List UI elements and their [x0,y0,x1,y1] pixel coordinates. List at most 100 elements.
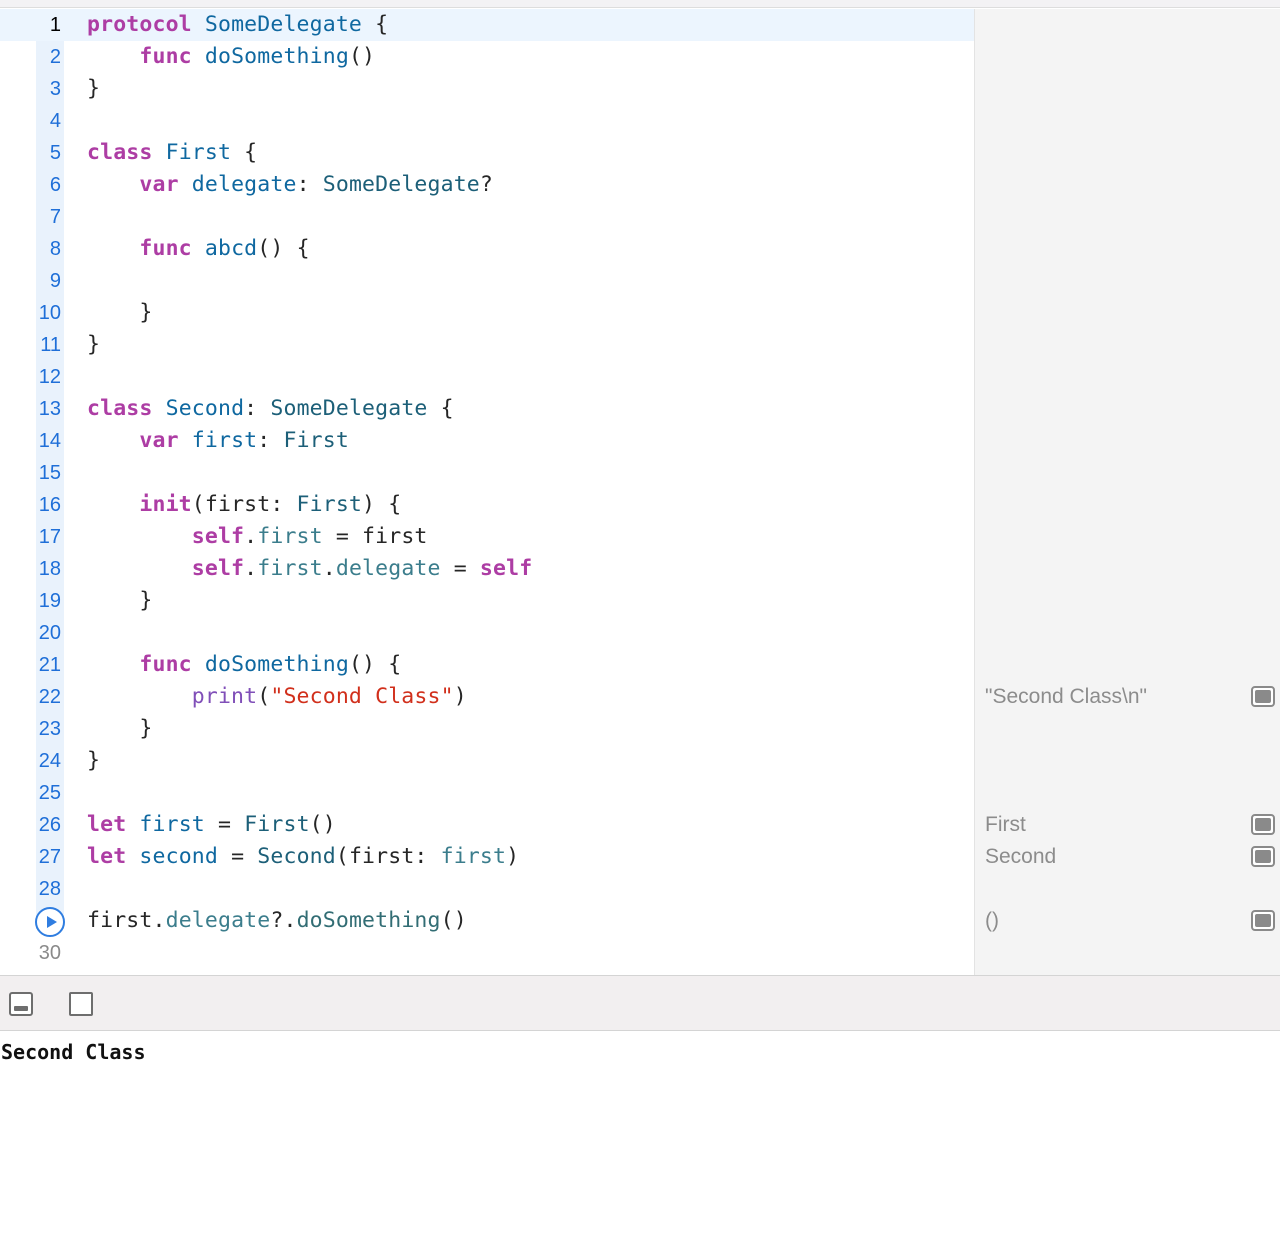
quick-look-button[interactable] [1251,814,1275,835]
code-line[interactable]: 20 [0,617,974,649]
line-number: 9 [49,270,61,292]
code-line[interactable]: 5 class First { [0,137,974,169]
results-sidebar: "Second Class\n" First Second () [974,9,1280,975]
code-line[interactable]: 10 } [0,297,974,329]
code-line[interactable]: 7 [0,201,974,233]
code-line[interactable]: 17 self.first = first [0,521,974,553]
quick-look-icon [1255,818,1271,831]
code-token: first [257,524,323,549]
line-number: 3 [49,78,61,100]
code-line[interactable]: 26 let first = First() [0,809,974,841]
line-number: 22 [38,686,61,708]
line-number: 14 [38,430,61,452]
result-value: Second [985,845,1057,868]
code-text: func doSomething() { [87,649,401,681]
code-text: init(first: First) { [87,489,401,521]
code-token: } [87,76,101,101]
code-line[interactable]: 24} [0,745,974,777]
code-line[interactable]: 1 protocol SomeDelegate { [0,9,974,41]
code-token: { [231,140,258,165]
code-token: let [87,812,127,837]
code-line[interactable]: 16 init(first: First) { [0,489,974,521]
result-value: "Second Class\n" [985,685,1147,708]
code-token: class [87,396,153,421]
code-line[interactable]: first.delegate?.doSomething() [0,905,974,937]
code-text: var first: First [87,425,349,457]
code-token: let [87,844,127,869]
code-line[interactable]: 12 [0,361,974,393]
line-number: 4 [49,110,61,132]
line-number: 20 [38,622,61,644]
source-editor[interactable]: 1 protocol SomeDelegate {2 func doSomethi… [0,9,974,975]
code-token: () { [348,652,402,677]
code-line[interactable]: 9 [0,265,974,297]
quick-look-icon [1255,850,1271,863]
quick-look-icon [1255,690,1271,703]
code-text: let first = First() [87,809,336,841]
code-line[interactable]: 21 func doSomething() { [0,649,974,681]
line-number: 30 [38,942,61,964]
line-number: 10 [38,302,61,324]
code-token: } [87,716,153,741]
code-line[interactable]: 8 func abcd() { [0,233,974,265]
line-number: 23 [38,718,61,740]
code-token: First [244,812,310,837]
code-line[interactable]: 30 [0,937,974,969]
code-token: ( [257,684,271,709]
code-line[interactable]: 14 var first: First [0,425,974,457]
code-line[interactable]: 28 [0,873,974,905]
code-line[interactable]: 25 [0,777,974,809]
code-token: delegate [335,556,441,581]
quick-look-button[interactable] [1251,686,1275,707]
hide-debug-area-button[interactable] [9,992,33,1016]
code-token: var [139,172,179,197]
line-number: 11 [40,334,61,356]
code-line[interactable]: 15 [0,457,974,489]
code-token: func [139,44,192,69]
code-token: = [217,844,258,869]
code-line[interactable]: 19 } [0,585,974,617]
line-number: 18 [38,558,61,580]
code-line[interactable]: 27 let second = Second(first: first) [0,841,974,873]
code-token: protocol [87,12,192,37]
code-token: (first: [335,844,441,869]
code-text: } [87,745,100,777]
code-line[interactable]: 2 func doSomething() [0,41,974,73]
code-line[interactable]: 6 var delegate: SomeDelegate? [0,169,974,201]
code-token: SomeDelegate [270,396,428,421]
code-line[interactable]: 23 } [0,713,974,745]
code-line[interactable]: 4 [0,105,974,137]
code-token: ?. [270,908,297,933]
code-token: doSomething [204,44,349,69]
quick-look-button[interactable] [1251,910,1275,931]
code-text: protocol SomeDelegate { [87,9,388,41]
code-token: () { [257,236,310,261]
code-token: { [362,12,389,37]
code-text: } [87,297,152,329]
code-text: } [87,73,100,105]
code-line[interactable]: 22 print("Second Class") [0,681,974,713]
code-token: first [139,812,205,837]
code-token: "Second Class" [270,684,454,709]
panel-toggle-button[interactable] [69,992,93,1016]
code-text: let second = Second(first: first) [87,841,519,873]
code-line[interactable]: 11} [0,329,974,361]
code-token: func [139,652,192,677]
code-text: } [87,329,100,361]
quick-look-button[interactable] [1251,846,1275,867]
code-line[interactable]: 3} [0,73,974,105]
code-token: First [165,140,232,165]
run-line-button[interactable] [35,907,65,937]
console-area[interactable]: Second Class [0,1031,1280,1256]
code-line[interactable]: 18 self.first.delegate = self [0,553,974,585]
line-number: 8 [49,238,61,260]
code-line[interactable]: 13 class Second: SomeDelegate { [0,393,974,425]
code-token: : [244,396,271,421]
code-token: first [87,908,153,933]
line-number: 28 [38,878,61,900]
